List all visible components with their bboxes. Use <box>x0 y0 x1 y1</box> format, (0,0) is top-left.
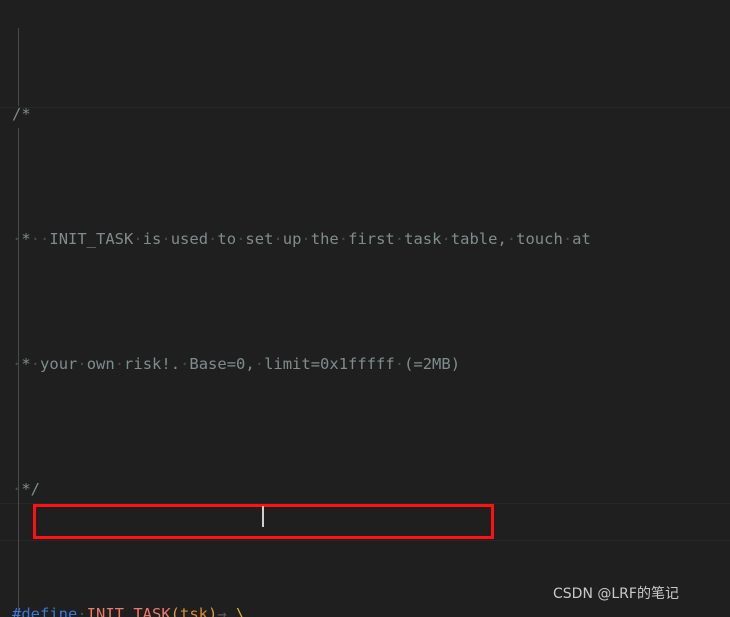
comment-open: /* <box>12 105 31 123</box>
comment-close: */ <box>21 480 41 498</box>
code-editor-canvas[interactable]: /* ·*·· * INIT_TASK is used to set up th… <box>0 0 730 617</box>
watermark-label: CSDN @LRF的笔记 <box>553 586 679 602</box>
preprocessor-directive: #define <box>12 605 78 617</box>
code-line[interactable]: ·*/ <box>0 477 730 502</box>
code-line-macro-define[interactable]: #define·INIT_TASK(tsk)→ \ <box>0 602 730 617</box>
code-line[interactable]: ·*·your·own·risk!.·Base=0,·limit=0x1ffff… <box>0 352 730 377</box>
code-text-area[interactable]: /* ·*·· * INIT_TASK is used to set up th… <box>0 0 730 617</box>
code-line[interactable]: /* <box>0 102 730 127</box>
text-caret <box>262 506 264 527</box>
macro-name: INIT_TASK <box>86 605 171 617</box>
code-line[interactable]: ·*·· * INIT_TASK is used to set up the f… <box>0 227 730 252</box>
macro-parameter: tsk <box>180 605 209 617</box>
